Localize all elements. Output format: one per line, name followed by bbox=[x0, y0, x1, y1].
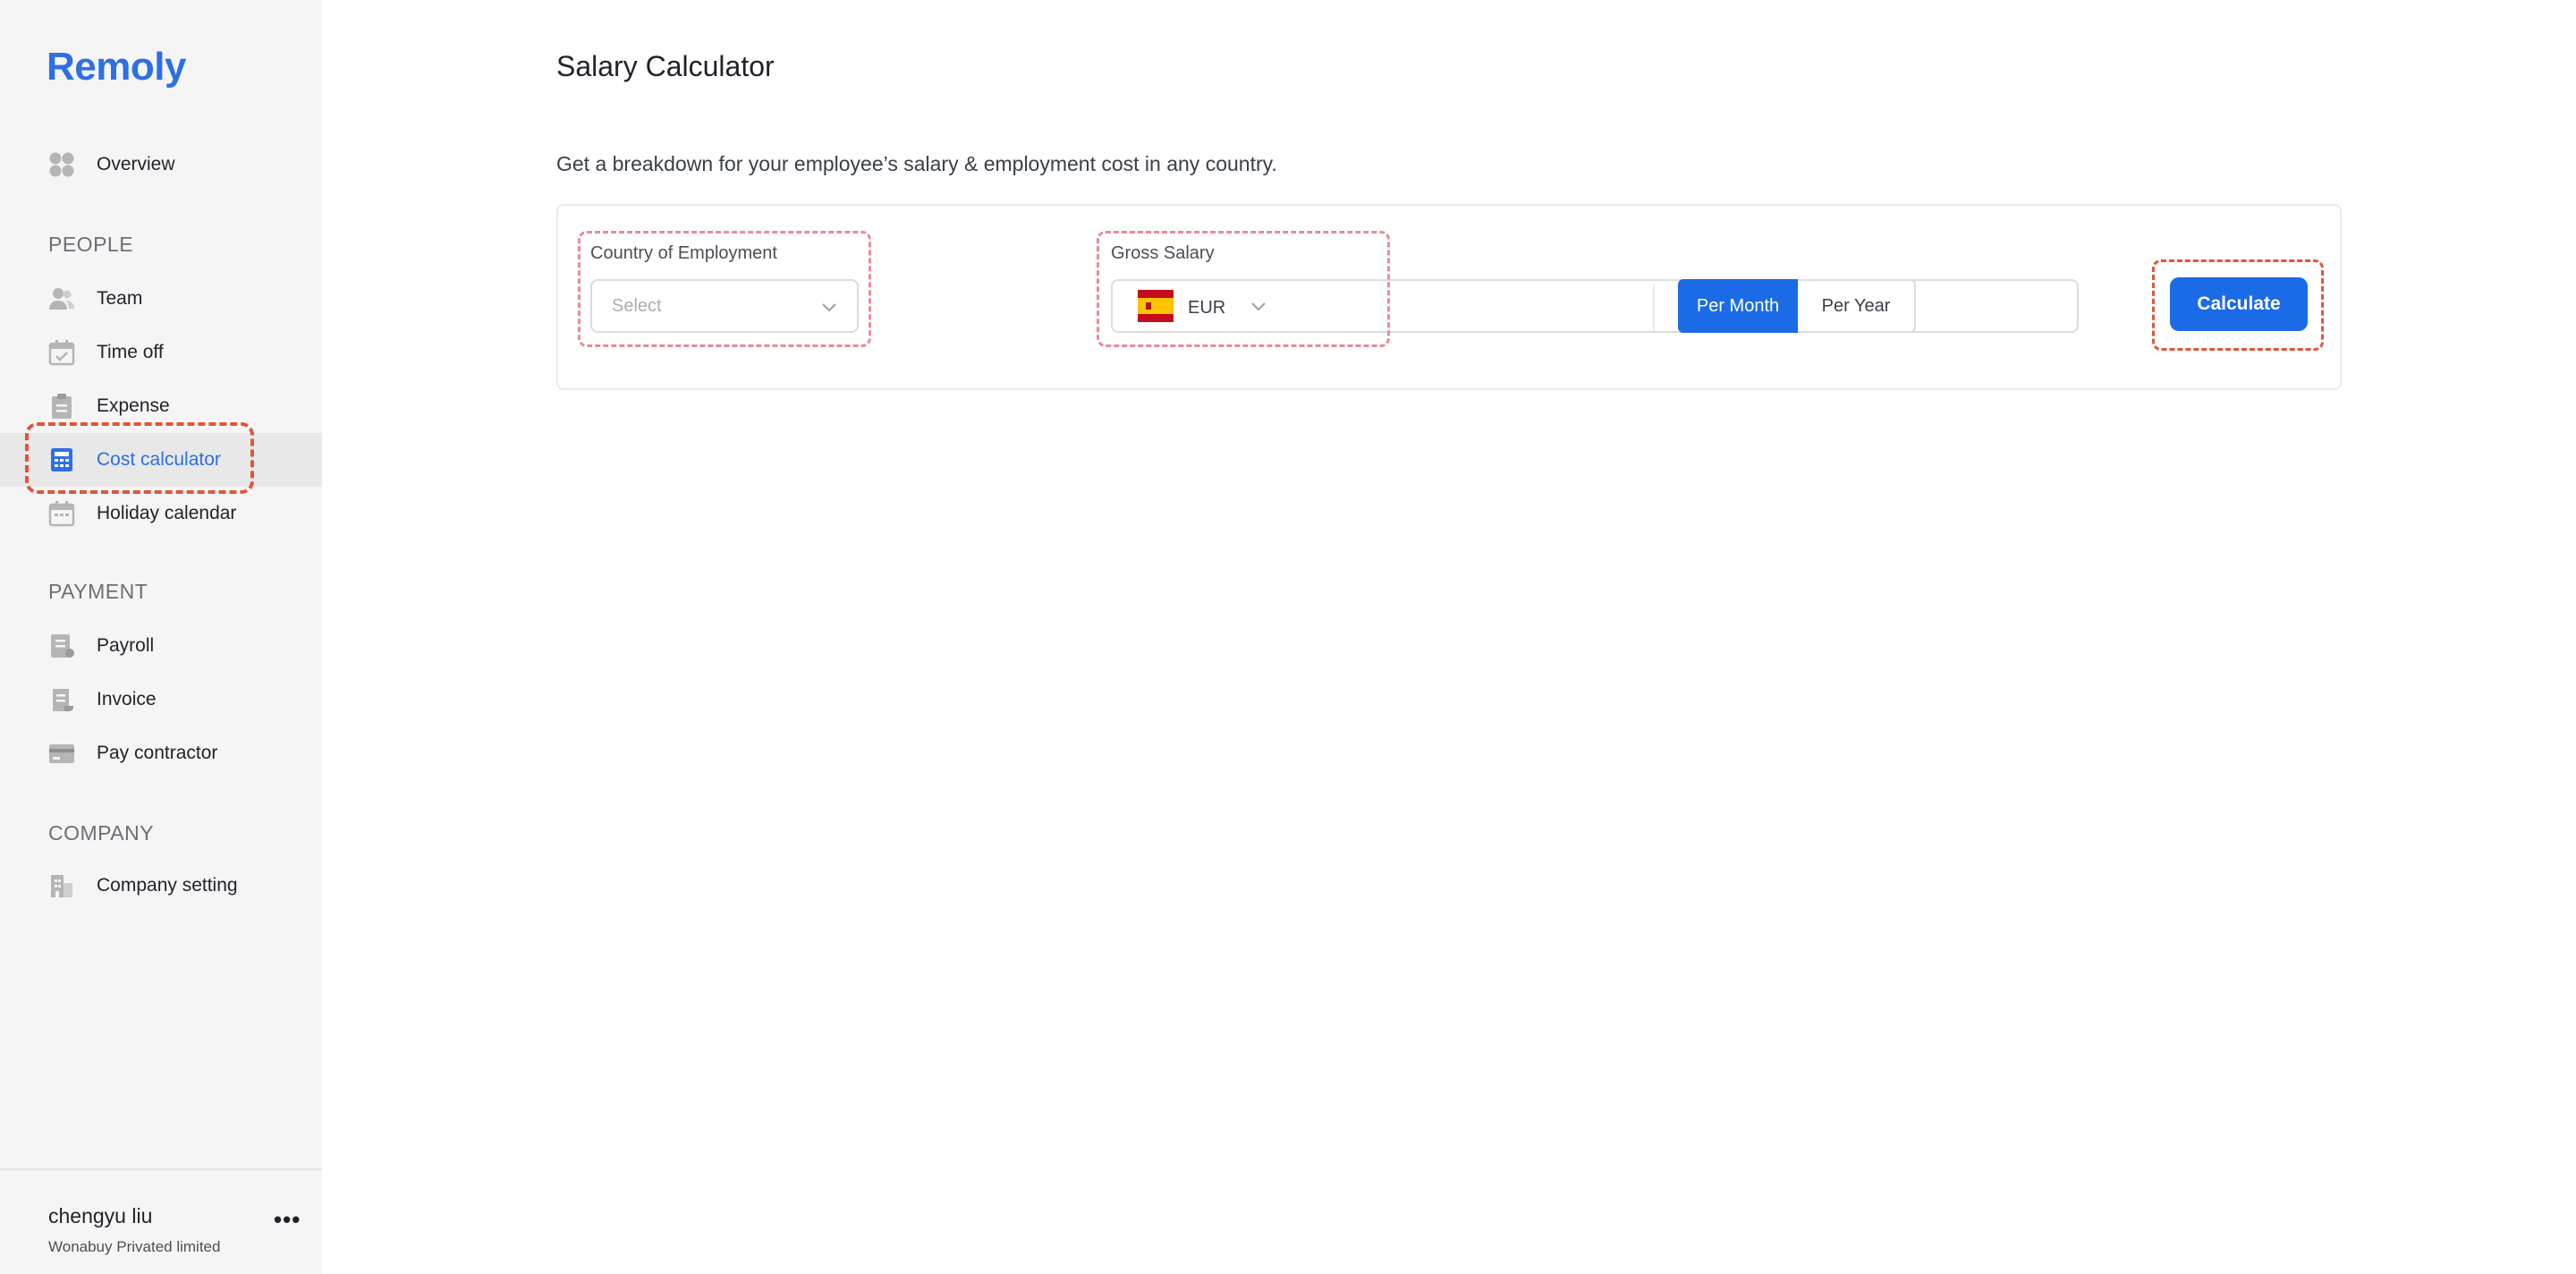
sidebar-item-label: Company setting bbox=[97, 875, 238, 896]
section-company: COMPANY bbox=[48, 821, 155, 845]
spain-flag-icon bbox=[1138, 289, 1174, 327]
calendar-icon bbox=[48, 500, 75, 527]
more-options-button[interactable]: ••• bbox=[274, 1206, 301, 1234]
sidebar-item-label: Overview bbox=[97, 154, 175, 174]
page-description: Get a breakdown for your employee’s sala… bbox=[556, 152, 1277, 175]
sidebar-item-holiday-calendar[interactable]: Holiday calendar bbox=[0, 487, 322, 540]
building-icon bbox=[48, 872, 75, 899]
sidebar-item-label: Team bbox=[97, 288, 143, 309]
per-month-toggle[interactable]: Per Month bbox=[1678, 279, 1798, 333]
sidebar-item-label: Invoice bbox=[97, 689, 157, 709]
sidebar-item-label: Expense bbox=[97, 395, 170, 416]
section-payment: PAYMENT bbox=[48, 580, 148, 603]
sidebar-item-team[interactable]: Team bbox=[0, 272, 322, 326]
currency-label: EUR bbox=[1188, 297, 1226, 318]
sidebar-item-expense[interactable]: Expense bbox=[0, 379, 322, 433]
user-profile: chengyu liu Wonabuy Privated limited ••• bbox=[0, 1168, 322, 1274]
sidebar: Remoly Overview PEOPLE Team Time off Exp… bbox=[0, 0, 322, 1274]
users-icon bbox=[48, 285, 75, 312]
user-organization: Wonabuy Privated limited bbox=[48, 1238, 221, 1255]
calculate-button[interactable]: Calculate bbox=[2170, 277, 2308, 331]
user-name: chengyu liu bbox=[48, 1204, 153, 1227]
per-year-toggle[interactable]: Per Year bbox=[1798, 279, 1916, 333]
section-people: PEOPLE bbox=[48, 233, 134, 256]
card-icon bbox=[48, 740, 75, 767]
sidebar-item-label: Cost calculator bbox=[97, 449, 221, 470]
document-icon bbox=[48, 633, 75, 659]
sidebar-item-time-off[interactable]: Time off bbox=[0, 326, 322, 379]
sidebar-item-label: Payroll bbox=[97, 635, 155, 656]
currency-select[interactable]: EUR bbox=[1138, 289, 1267, 327]
sidebar-item-label: Pay contractor bbox=[97, 743, 218, 763]
sidebar-item-label: Holiday calendar bbox=[97, 503, 237, 523]
chevron-down-icon bbox=[1250, 298, 1267, 318]
receipt-icon bbox=[48, 686, 75, 713]
gross-salary-field: EUR bbox=[1111, 279, 2079, 333]
sidebar-item-invoice[interactable]: Invoice bbox=[0, 673, 322, 726]
sidebar-item-label: Time off bbox=[97, 342, 164, 362]
chevron-down-icon bbox=[821, 299, 837, 319]
sidebar-item-payroll[interactable]: Payroll bbox=[0, 619, 322, 673]
sidebar-item-pay-contractor[interactable]: Pay contractor bbox=[0, 726, 322, 780]
calendar-check-icon bbox=[48, 339, 75, 366]
country-select[interactable]: Select bbox=[590, 279, 859, 333]
page-title: Salary Calculator bbox=[556, 50, 775, 82]
country-label: Country of Employment bbox=[590, 243, 777, 263]
app-logo: Remoly bbox=[47, 45, 186, 89]
field-divider bbox=[1653, 285, 1655, 331]
sidebar-item-company-setting[interactable]: Company setting bbox=[0, 859, 322, 913]
calculator-icon bbox=[48, 446, 75, 473]
sidebar-item-cost-calculator[interactable]: Cost calculator bbox=[0, 433, 322, 487]
grid-icon bbox=[48, 151, 75, 178]
sidebar-item-overview[interactable]: Overview bbox=[0, 138, 322, 191]
country-select-placeholder: Select bbox=[612, 295, 662, 316]
gross-salary-label: Gross Salary bbox=[1111, 243, 1215, 263]
clipboard-icon bbox=[48, 393, 75, 420]
